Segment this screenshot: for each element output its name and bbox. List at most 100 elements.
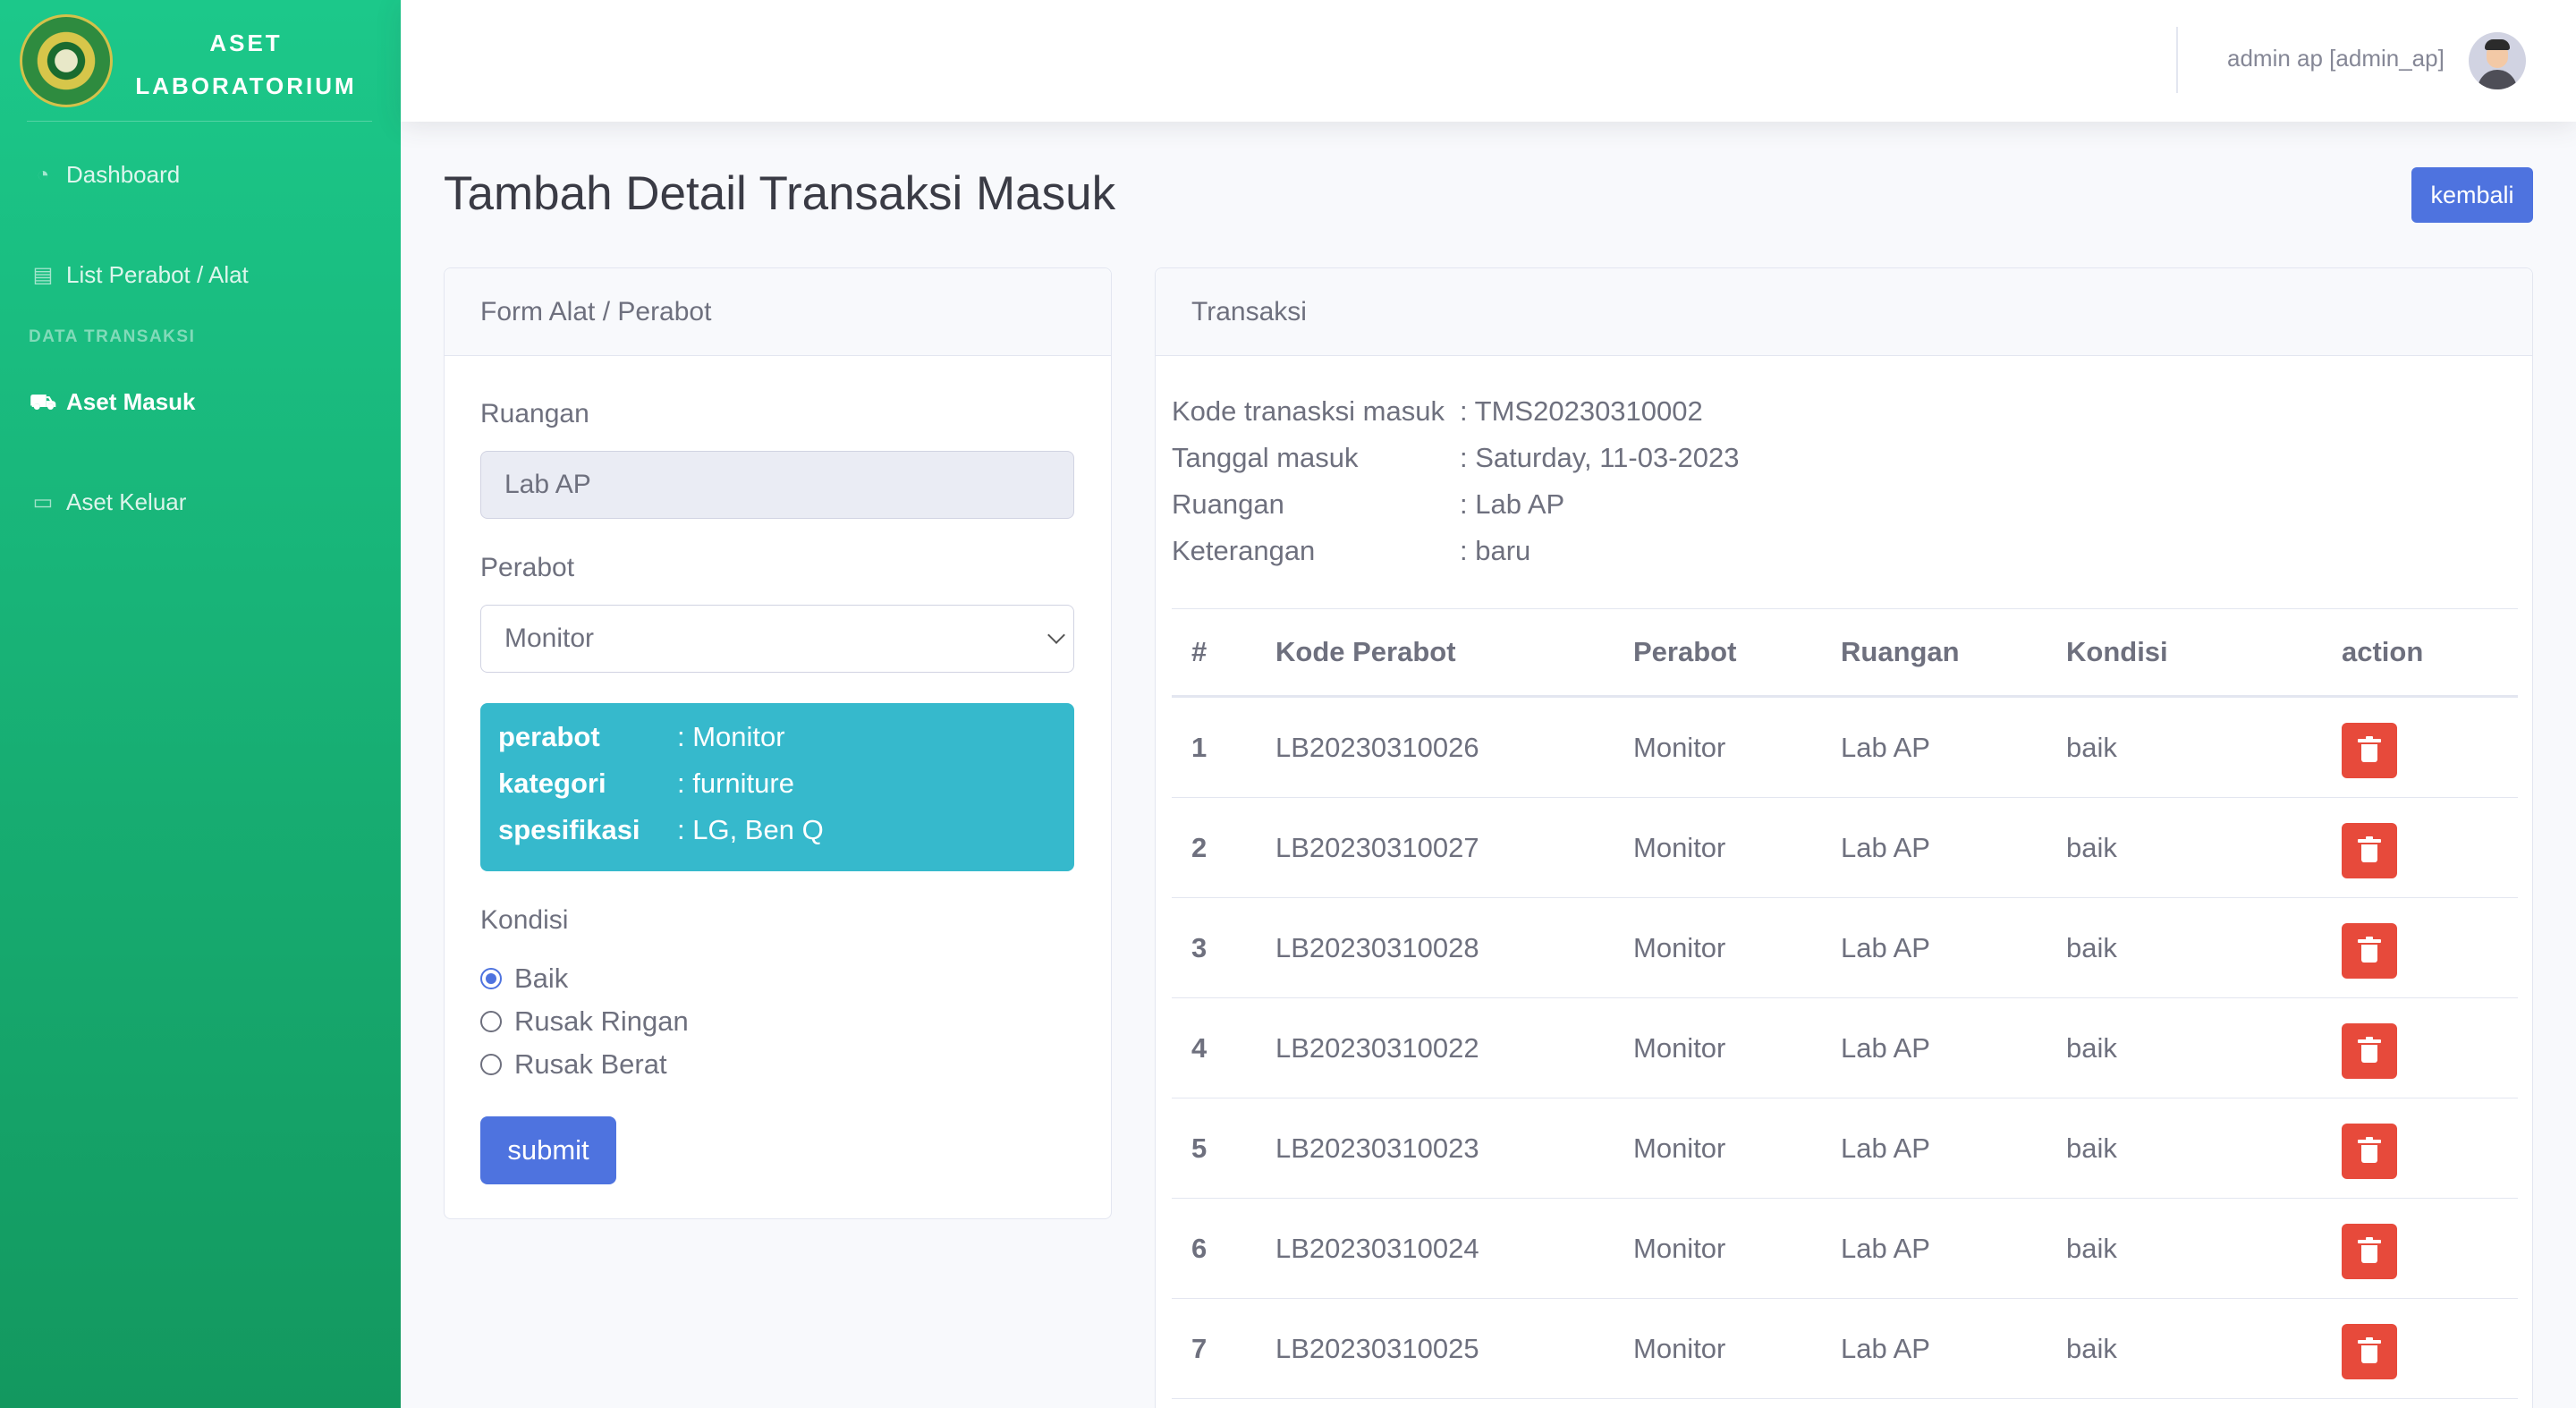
meta-key: Tanggal masuk <box>1172 442 1359 473</box>
row-action <box>2342 818 2512 878</box>
info-row: perabot : Monitor <box>498 721 1074 768</box>
sidebar-brand[interactable]: ASET LABORATORIUM <box>0 0 401 122</box>
transaksi-card: Transaksi Kode tranasksi masuk : TMS2023… <box>1155 267 2533 1408</box>
row-kode-perabot: LB20230310022 <box>1275 1031 1479 1064</box>
trash-icon <box>2358 835 2381 862</box>
sidebar-divider <box>27 121 372 122</box>
sidebar-item-dashboard[interactable]: ◔ Dashboard <box>29 161 180 189</box>
submit-button[interactable]: submit <box>480 1116 616 1184</box>
row-kondisi: baik <box>2066 1232 2117 1264</box>
back-button[interactable]: kembali <box>2411 167 2533 223</box>
sidebar-item-list-perabot[interactable]: ▤ List Perabot / Alat <box>29 261 249 289</box>
meta-value: : TMS20230310002 <box>1460 395 1703 427</box>
row-ruangan: Lab AP <box>1841 931 1930 963</box>
trash-icon <box>2358 1236 2381 1263</box>
ruangan-field[interactable]: Lab AP <box>480 451 1074 519</box>
table-row: 6 LB20230310024 Monitor Lab AP baik <box>1172 1199 2518 1299</box>
meta-row: Tanggal masuk : Saturday, 11-03-2023 <box>1172 442 1740 488</box>
chevron-down-icon <box>1047 626 1065 644</box>
kondisi-option-rusak-berat[interactable]: Rusak Berat <box>480 1048 667 1081</box>
sidebar-item-label: Aset Masuk <box>66 388 196 415</box>
row-action <box>2342 1018 2512 1079</box>
table-row: 4 LB20230310022 Monitor Lab AP baik <box>1172 998 2518 1098</box>
table-icon: ▤ <box>32 262 54 287</box>
meta-row: Keterangan : baru <box>1172 535 1740 581</box>
row-action <box>2342 918 2512 979</box>
kondisi-option-rusak-ringan[interactable]: Rusak Ringan <box>480 1005 689 1038</box>
info-value: : Monitor <box>677 721 785 752</box>
row-ruangan: Lab AP <box>1841 1132 1930 1164</box>
meta-value: : baru <box>1460 535 1531 566</box>
row-kode-perabot: LB20230310025 <box>1275 1332 1479 1364</box>
ruangan-label: Ruangan <box>480 399 589 428</box>
delete-button[interactable] <box>2342 1022 2397 1079</box>
row-kode-perabot: LB20230310024 <box>1275 1232 1479 1264</box>
radio-button[interactable] <box>480 968 502 989</box>
row-number: 7 <box>1191 1332 1208 1364</box>
transaksi-table: # Kode Perabot Perabot Ruangan Kondisi a… <box>1172 608 2518 1399</box>
perabot-selected: Monitor <box>504 623 595 653</box>
row-number: 2 <box>1191 831 1208 863</box>
brand-line2: LABORATORIUM <box>135 72 357 99</box>
row-perabot: Monitor <box>1633 831 1726 863</box>
perabot-label: Perabot <box>480 553 575 582</box>
trash-icon <box>2358 735 2381 762</box>
radio-button[interactable] <box>480 1054 502 1075</box>
sidebar-item-aset-masuk[interactable]: ⛟ Aset Masuk <box>29 388 196 416</box>
row-ruangan: Lab AP <box>1841 1332 1930 1364</box>
delete-button[interactable] <box>2342 1323 2397 1379</box>
radio-button[interactable] <box>480 1011 502 1032</box>
brand-line1: ASET <box>209 30 283 56</box>
row-kode-perabot: LB20230310028 <box>1275 931 1479 963</box>
tachometer-icon: ◔ <box>36 162 50 187</box>
row-kondisi: baik <box>2066 731 2117 763</box>
col-ruangan: Ruangan <box>1841 636 1960 667</box>
table-body: 1 LB20230310026 Monitor Lab AP baik 2 LB202303… <box>1172 698 2518 1399</box>
delete-button[interactable] <box>2342 922 2397 979</box>
col-number: # <box>1191 636 1208 667</box>
radio-label: Rusak Ringan <box>514 1005 689 1037</box>
table-row: 7 LB20230310025 Monitor Lab AP baik <box>1172 1299 2518 1399</box>
trash-icon <box>2358 936 2381 963</box>
truck-icon: ▭ <box>32 489 54 514</box>
info-value: : LG, Ben Q <box>677 814 824 845</box>
table-row: 2 LB20230310027 Monitor Lab AP baik <box>1172 798 2518 898</box>
info-key: kategori <box>498 768 606 799</box>
meta-row: Ruangan : Lab AP <box>1172 488 1740 535</box>
row-number: 6 <box>1191 1232 1208 1264</box>
row-number: 4 <box>1191 1031 1208 1064</box>
info-row: spesifikasi : LG, Ben Q <box>498 814 1074 861</box>
info-key: perabot <box>498 721 600 752</box>
form-card: Form Alat / Perabot Ruangan Lab AP Perab… <box>444 267 1112 1219</box>
radio-label: Baik <box>514 963 569 994</box>
page-title: Tambah Detail Transaksi Masuk <box>444 167 1116 220</box>
info-value: : furniture <box>677 768 794 799</box>
table-row: 5 LB20230310023 Monitor Lab AP baik <box>1172 1098 2518 1199</box>
avatar-body <box>2478 70 2517 89</box>
row-ruangan: Lab AP <box>1841 1031 1930 1064</box>
transaksi-card-header: Transaksi <box>1156 268 2532 356</box>
form-card-header: Form Alat / Perabot <box>445 268 1111 356</box>
avatar[interactable] <box>2469 32 2526 89</box>
kondisi-option-baik[interactable]: Baik <box>480 963 568 995</box>
logo <box>20 14 113 107</box>
perabot-select[interactable]: Monitor <box>480 605 1074 673</box>
delete-button[interactable] <box>2342 822 2397 878</box>
row-kondisi: baik <box>2066 1332 2117 1364</box>
trash-icon <box>2358 1336 2381 1363</box>
info-key: spesifikasi <box>498 814 640 845</box>
trash-icon <box>2358 1036 2381 1063</box>
row-perabot: Monitor <box>1633 731 1726 763</box>
sidebar-heading: DATA TRANSAKSI <box>29 327 196 346</box>
row-perabot: Monitor <box>1633 931 1726 963</box>
delete-button[interactable] <box>2342 722 2397 778</box>
sidebar-item-label: Dashboard <box>66 161 181 188</box>
table-header: # Kode Perabot Perabot Ruangan Kondisi a… <box>1172 608 2518 698</box>
row-action <box>2342 1118 2512 1179</box>
user-name[interactable]: admin ap [admin_ap] <box>2227 45 2445 72</box>
sidebar-item-aset-keluar[interactable]: ▭ Aset Keluar <box>29 488 187 516</box>
row-ruangan: Lab AP <box>1841 1232 1930 1264</box>
delete-button[interactable] <box>2342 1223 2397 1279</box>
row-action <box>2342 717 2512 778</box>
delete-button[interactable] <box>2342 1123 2397 1179</box>
